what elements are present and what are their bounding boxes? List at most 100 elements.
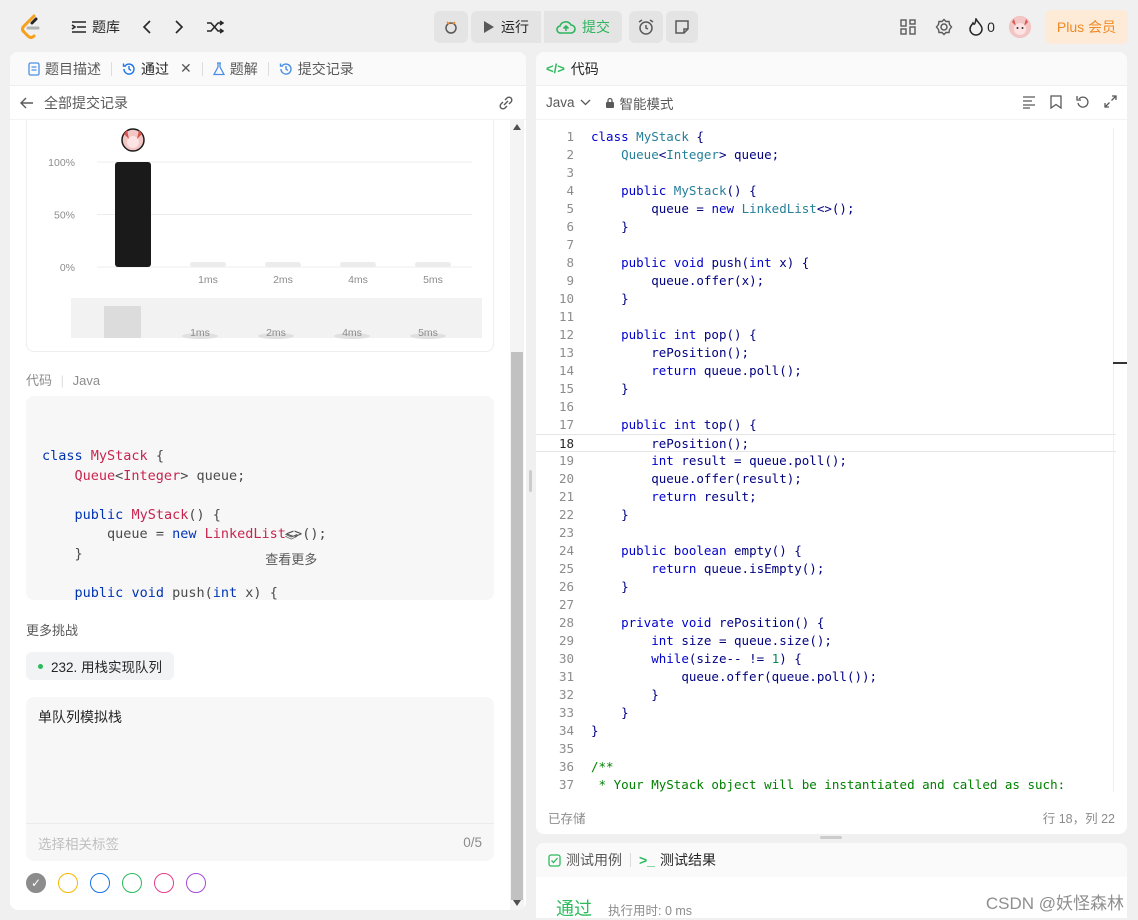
scroll-up-arrow[interactable] (513, 124, 521, 130)
submit-button[interactable]: 提交 (544, 11, 622, 43)
problem-list-button[interactable]: 题库 (64, 12, 127, 42)
note-text[interactable]: 单队列模拟栈 (38, 707, 122, 727)
see-more-button[interactable]: ︾ 查看更多 (26, 512, 494, 590)
code-line[interactable]: 28 private void rePosition() { (536, 614, 1116, 632)
code-line[interactable]: 14 return queue.poll(); (536, 362, 1116, 380)
random-problem-button[interactable] (199, 12, 231, 42)
code-editor[interactable]: 1 class MyStack {2 Queue<Integer> queue; 3… (536, 128, 1116, 792)
history-icon (122, 62, 135, 75)
code-token: ; (771, 147, 780, 162)
color-pink[interactable] (154, 873, 174, 893)
line-code: public int top() { (591, 416, 757, 434)
code-line[interactable]: 29 int size = queue.size(); (536, 632, 1116, 650)
color-green[interactable] (122, 873, 142, 893)
code-line[interactable]: 23 (536, 524, 1116, 542)
editor-scrollbar[interactable] (1113, 128, 1127, 792)
bookmark-icon[interactable] (1050, 95, 1062, 109)
settings-button[interactable] (933, 16, 955, 38)
code-line[interactable]: 34} (536, 722, 1116, 740)
alarm-clock-icon (638, 19, 654, 35)
close-icon[interactable]: ✕ (180, 60, 192, 77)
code-line[interactable]: 31 queue.offer(queue.poll()); (536, 668, 1116, 686)
notes-box[interactable]: 单队列模拟栈 选择相关标签 0/5 (26, 697, 494, 861)
code-line[interactable]: 6 } (536, 218, 1116, 236)
code-line[interactable]: 18 rePosition(); (536, 434, 1116, 452)
tab-testcase[interactable]: 测试用例 (548, 850, 622, 870)
code-line[interactable]: 22 } (536, 506, 1116, 524)
code-line[interactable]: 26 } (536, 578, 1116, 596)
tab-solutions[interactable]: 题解 (207, 52, 264, 86)
code-line[interactable]: 1 class MyStack { (536, 128, 1116, 146)
code-line[interactable]: 3 (536, 164, 1116, 182)
tab-submissions[interactable]: 提交记录 (273, 52, 360, 86)
expand-icon[interactable] (1104, 95, 1117, 108)
user-avatar[interactable] (1008, 16, 1031, 38)
format-icon[interactable] (1022, 95, 1036, 109)
code-token: class (42, 448, 83, 464)
tab-accepted[interactable]: 通过 ✕ (116, 52, 198, 86)
code-line[interactable]: 33 } (536, 704, 1116, 722)
tab-description[interactable]: 题目描述 (22, 52, 107, 86)
code-line[interactable]: 7 (536, 236, 1116, 254)
run-button[interactable]: 运行 (471, 11, 541, 43)
code-line[interactable]: 27 (536, 596, 1116, 614)
back-to-submissions[interactable]: 全部提交记录 (10, 86, 526, 120)
code-line[interactable]: 32 } (536, 686, 1116, 704)
smart-mode-toggle[interactable]: 智能模式 (605, 93, 674, 113)
tag-selector[interactable]: 选择相关标签 0/5 (26, 823, 494, 861)
color-blue[interactable] (90, 873, 110, 893)
code-line[interactable]: 5 queue = new LinkedList<>(); (536, 200, 1116, 218)
code-line[interactable]: 20 queue.offer(result); (536, 470, 1116, 488)
code-line[interactable]: 13 rePosition(); (536, 344, 1116, 362)
code-line[interactable]: 4 public MyStack() { (536, 182, 1116, 200)
scroll-thumb[interactable] (511, 352, 523, 900)
timer-button[interactable] (629, 11, 663, 43)
code-line[interactable]: 16 (536, 398, 1116, 416)
next-problem-button[interactable] (167, 12, 191, 42)
code-token: ; (824, 633, 832, 648)
code-line[interactable]: 10 } (536, 290, 1116, 308)
code-line[interactable]: 30 while(size-- != 1) { (536, 650, 1116, 668)
code-line[interactable]: 9 queue.offer(x); (536, 272, 1116, 290)
panel-splitter[interactable] (529, 470, 532, 492)
distribution-bar (415, 262, 451, 267)
layout-button[interactable] (897, 16, 919, 38)
color-yellow[interactable] (58, 873, 78, 893)
code-line[interactable]: 12 public int pop() { (536, 326, 1116, 344)
link-icon[interactable] (498, 96, 514, 110)
streak-counter[interactable]: 0 (969, 18, 995, 36)
color-gray-selected[interactable]: ✓ (26, 873, 46, 893)
code-line[interactable]: 15 } (536, 380, 1116, 398)
preview-line: class MyStack { (42, 447, 478, 467)
code-line[interactable]: 17 public int top() { (536, 416, 1116, 434)
code-line[interactable]: 37 * Your MyStack object will be instant… (536, 776, 1116, 792)
vertical-splitter[interactable] (820, 836, 842, 839)
code-token: queue (681, 669, 719, 684)
top-bar: 题库 运行 提交 0 Plus 会员 (0, 0, 1138, 52)
code-line[interactable]: 19 int result = queue.poll(); (536, 452, 1116, 470)
notes-button[interactable] (666, 11, 698, 43)
code-line[interactable]: 21 return result; (536, 488, 1116, 506)
code-line[interactable]: 2 Queue<Integer> queue; (536, 146, 1116, 164)
code-line[interactable]: 8 public void push(int x) { (536, 254, 1116, 272)
scroll-down-arrow[interactable] (513, 900, 521, 906)
left-scrollbar[interactable] (510, 120, 524, 910)
code-line[interactable]: 25 return queue.isEmpty(); (536, 560, 1116, 578)
tab-test-result[interactable]: >_ 测试结果 (639, 850, 716, 870)
code-line[interactable]: 11 (536, 308, 1116, 326)
prev-problem-button[interactable] (135, 12, 159, 42)
code-token: ! (749, 651, 757, 666)
language-select[interactable]: Java (546, 95, 591, 110)
reset-icon[interactable] (1076, 95, 1090, 109)
color-purple[interactable] (186, 873, 206, 893)
code-line[interactable]: 35 (536, 740, 1116, 758)
challenge-item[interactable]: 232. 用栈实现队列 (26, 652, 175, 680)
debug-button[interactable] (434, 11, 468, 43)
leetcode-logo[interactable] (20, 14, 42, 40)
code-line[interactable]: 24 public boolean empty() { (536, 542, 1116, 560)
code-line[interactable]: 36 /** (536, 758, 1116, 776)
plus-membership-button[interactable]: Plus 会员 (1044, 10, 1128, 44)
code-token: boolean (673, 543, 727, 558)
code-language: Java (72, 373, 101, 388)
